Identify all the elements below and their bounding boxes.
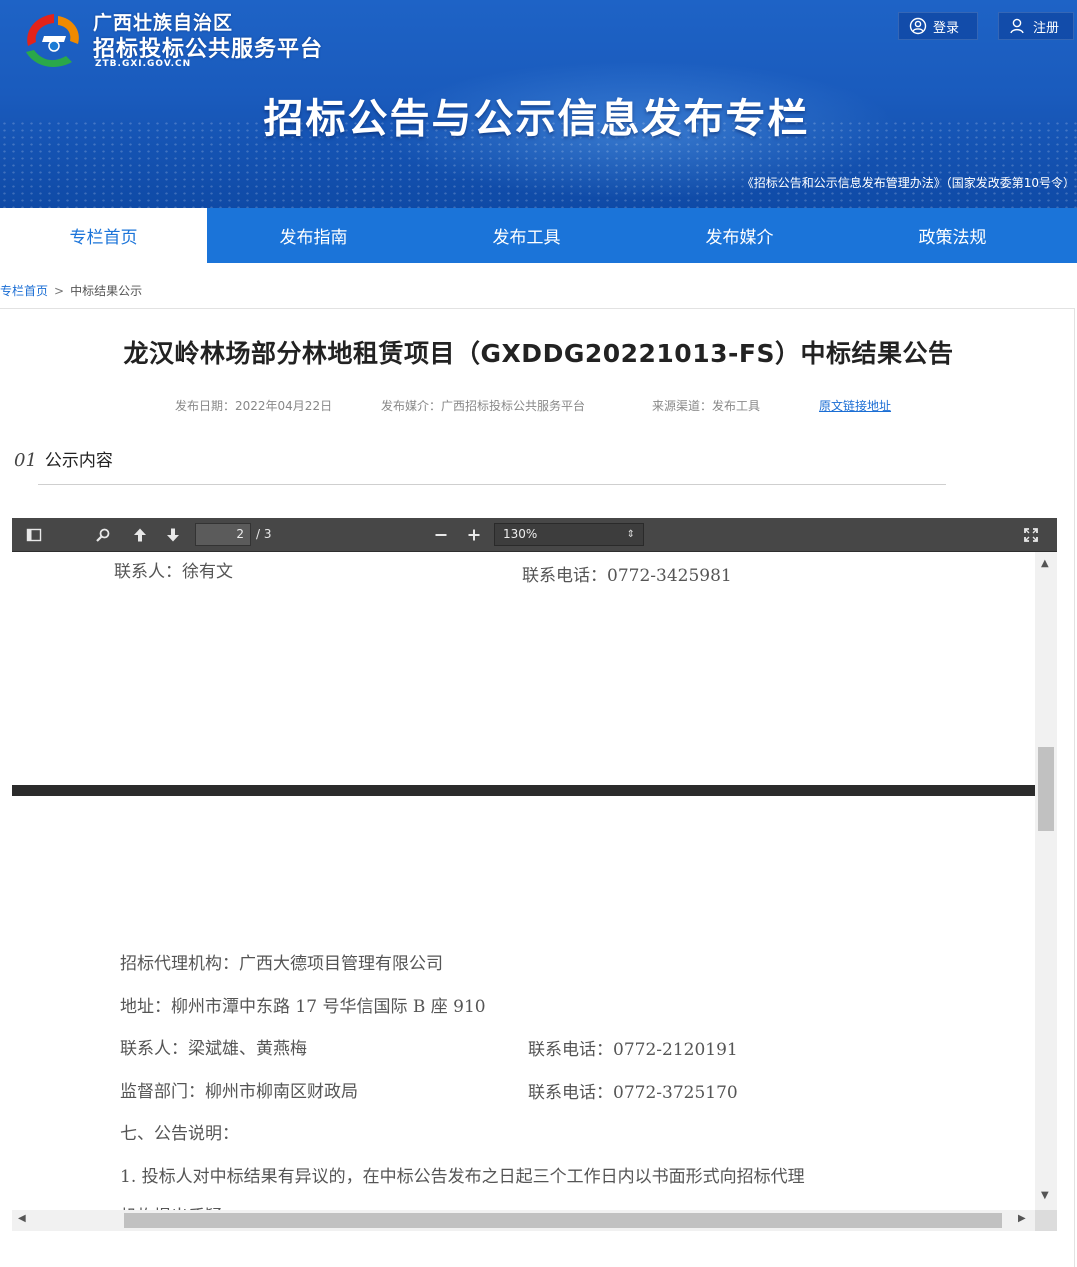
zoom-out-button[interactable] [430,524,452,546]
logo-domain-text: ZTB.GXI.GOV.CN [95,59,192,69]
source-channel: 来源渠道：发布工具 [652,399,761,413]
register-button[interactable]: 注册 [998,12,1074,40]
section-number: 01 [14,450,37,471]
publish-date: 发布日期：2022年04月22日 [175,399,333,413]
search-icon [96,528,110,542]
platform-logo-icon [26,14,79,67]
chevron-updown-icon: ⇕ [626,529,635,540]
nav-item-home[interactable]: 专栏首页 [0,208,207,263]
scroll-left-arrow-icon[interactable]: ◀ [18,1213,26,1224]
nav-item-tools[interactable]: 发布工具 [420,208,633,263]
pdf-notice-heading: 七、公告说明： [120,1124,239,1144]
article-title: 龙汉岭林场部分林地租赁项目（GXDDG20221013-FS）中标结果公告 [123,339,954,368]
sidebar-toggle-button[interactable] [23,524,45,546]
nav-item-policy[interactable]: 政策法规 [846,208,1059,263]
main-nav: 专栏首页 发布指南 发布工具 发布媒介 政策法规 [0,208,1077,263]
pdf-agency-phone: 联系电话：0772-2120191 [528,1040,738,1060]
section-divider [38,484,946,485]
section-header: 01 公示内容 [14,446,113,471]
page-count: / 3 [256,527,272,541]
header-banner: 广西壮族自治区 招标投标公共服务平台 ZTB.GXI.GOV.CN 招标公告与公… [0,0,1077,208]
pdf-toolbar: 2 / 3 130% ⇕ [12,518,1057,552]
nav-item-media[interactable]: 发布媒介 [633,208,846,263]
scrollbar-corner [1035,1210,1057,1231]
sidebar-toggle-icon [26,528,42,542]
login-label: 登录 [933,20,960,36]
nav-item-guide[interactable]: 发布指南 [207,208,420,263]
pdf-page-area[interactable]: 联系人：徐有文 联系电话：0772-3425981 招标代理机构：广西大德项目管… [12,552,1035,1210]
pdf-notice-item-1-continued: 机构提出质疑 [120,1202,222,1210]
arrow-up-icon [134,528,146,542]
pdf-supervisor-phone: 联系电话：0772-3725170 [528,1083,738,1103]
pdf-agency: 招标代理机构：广西大德项目管理有限公司 [120,954,443,974]
scroll-right-arrow-icon[interactable]: ▶ [1018,1213,1026,1224]
pdf-notice-item-1: 1. 投标人对中标结果有异议的，在中标公告发布之日起三个工作日内以书面形式向招标… [120,1167,805,1187]
horizontal-scrollbar[interactable]: ◀ ▶ [12,1210,1035,1231]
banner-title-text: 招标公告与公示信息发布专栏 [263,96,810,142]
vertical-scrollbar[interactable]: ▲ ▼ [1035,552,1057,1210]
pdf-viewer: 2 / 3 130% ⇕ 联系人：徐有文 联系电话：0772-3425981 招… [12,518,1057,1231]
zoom-value: 130% [503,527,538,541]
banner-subtitle: 《招标公告和公示信息发布管理办法》（国家发改委第10号令） [741,176,1075,190]
vertical-scroll-thumb[interactable] [1038,747,1054,831]
breadcrumb-home-link[interactable]: 专栏首页 [0,282,48,299]
user-circle-icon [909,17,927,35]
horizontal-scroll-thumb[interactable] [124,1213,1002,1228]
previous-page-button[interactable] [129,524,151,546]
minus-icon [435,534,447,536]
zoom-in-button[interactable] [463,524,485,546]
scroll-down-arrow-icon[interactable]: ▼ [1041,1190,1049,1201]
breadcrumb-separator: > [54,283,65,298]
breadcrumb: 专栏首页 > 中标结果公示 [0,282,142,299]
publish-media: 发布媒介：广西招标投标公共服务平台 [381,399,586,413]
find-button[interactable] [92,524,114,546]
next-page-button[interactable] [162,524,184,546]
page-number-input[interactable]: 2 [195,523,251,546]
banner-title: 招标公告与公示信息发布专栏 [0,86,1077,144]
breadcrumb-current: 中标结果公示 [70,284,143,298]
plus-icon [468,529,480,541]
pdf-supervisor: 监督部门：柳州市柳南区财政局 [120,1082,358,1102]
pdf-address: 地址：柳州市潭中东路 17 号华信国际 B 座 910 [120,997,486,1017]
scroll-up-arrow-icon[interactable]: ▲ [1041,558,1049,569]
zoom-select[interactable]: 130% ⇕ [494,523,644,546]
user-icon [1010,18,1024,34]
fullscreen-icon [1024,528,1038,542]
original-link[interactable]: 原文链接地址 [819,397,891,414]
fullscreen-button[interactable] [1020,524,1042,546]
section-label: 公示内容 [44,451,113,471]
pdf-contact-person: 联系人：徐有文 [114,562,233,582]
pdf-agency-contact: 联系人：梁斌雄、黄燕梅 [120,1039,307,1059]
pdf-contact-phone: 联系电话：0772-3425981 [522,566,732,586]
register-label: 注册 [1033,20,1060,36]
pdf-page-separator [12,785,1035,796]
arrow-down-icon [167,528,179,542]
login-button[interactable]: 登录 [898,12,978,40]
